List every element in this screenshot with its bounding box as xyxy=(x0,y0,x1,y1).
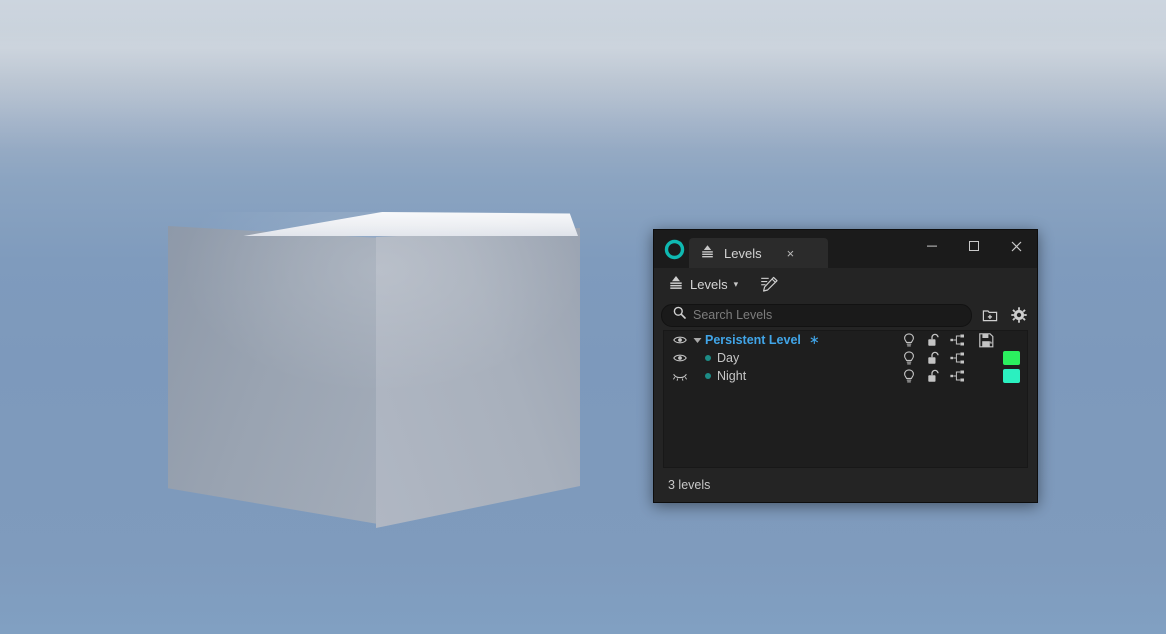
level-status-dot xyxy=(705,355,711,361)
window-titlebar[interactable]: Levels × xyxy=(654,230,1037,268)
level-status-dot xyxy=(705,373,711,379)
padlock-open-icon[interactable] xyxy=(921,369,945,383)
status-bar: 3 levels xyxy=(654,468,1037,502)
level-name-cell[interactable]: Night xyxy=(705,369,897,383)
svg-text:*: * xyxy=(989,340,992,348)
table-row[interactable]: Persistent Level ∗ * xyxy=(664,331,1027,349)
cube-object[interactable] xyxy=(168,212,580,532)
levels-window[interactable]: Levels × Levels ▾ Search Levels Persiste… xyxy=(653,229,1038,503)
level-count-label: 3 levels xyxy=(668,478,711,492)
level-color-swatch[interactable] xyxy=(1003,351,1020,365)
search-input[interactable]: Search Levels xyxy=(661,303,972,327)
window-controls xyxy=(911,230,1037,262)
search-row: Search Levels xyxy=(654,300,1037,330)
level-color-placeholder xyxy=(1003,333,1020,347)
minimize-button[interactable] xyxy=(911,230,953,262)
pen-edit-icon[interactable] xyxy=(756,272,782,296)
modified-marker: ∗ xyxy=(808,332,820,347)
close-button[interactable] xyxy=(995,230,1037,262)
level-name-cell[interactable]: Persistent Level ∗ xyxy=(705,332,897,348)
save-disk-modified-icon[interactable]: * xyxy=(969,332,1003,348)
level-name: Night xyxy=(717,369,747,383)
eye-open-icon[interactable] xyxy=(670,335,690,345)
lightbulb-icon[interactable] xyxy=(897,368,921,384)
hierarchy-icon[interactable] xyxy=(945,352,969,364)
eye-closed-icon[interactable] xyxy=(670,371,690,381)
table-row[interactable]: Night xyxy=(664,367,1027,385)
levels-menu-label: Levels xyxy=(690,276,728,292)
hierarchy-icon[interactable] xyxy=(945,334,969,346)
lightbulb-icon[interactable] xyxy=(897,350,921,366)
maximize-button[interactable] xyxy=(953,230,995,262)
eye-open-icon[interactable] xyxy=(670,353,690,363)
hierarchy-icon[interactable] xyxy=(945,370,969,382)
search-icon xyxy=(673,306,686,324)
level-name: Persistent Level xyxy=(705,333,801,347)
chevron-down-icon: ▾ xyxy=(733,278,739,289)
levels-menu-button[interactable]: Levels ▾ xyxy=(662,272,744,296)
sky-haze xyxy=(0,0,1166,150)
table-row[interactable]: Day xyxy=(664,349,1027,367)
tab-close-icon[interactable]: × xyxy=(783,247,799,260)
level-name-cell[interactable]: Day xyxy=(705,351,897,365)
level-name: Day xyxy=(717,351,740,365)
level-color-swatch[interactable] xyxy=(1003,369,1020,383)
unreal-ring-logo-icon xyxy=(663,238,686,261)
tab-levels[interactable]: Levels × xyxy=(689,238,828,268)
padlock-open-icon[interactable] xyxy=(921,333,945,347)
layers-icon xyxy=(700,244,715,263)
folder-add-icon[interactable] xyxy=(978,304,1001,327)
search-placeholder: Search Levels xyxy=(693,308,773,322)
layers-icon xyxy=(668,275,684,293)
cube-face-right xyxy=(376,228,580,528)
triangle-down-icon[interactable] xyxy=(690,337,705,344)
padlock-open-icon[interactable] xyxy=(921,351,945,365)
levels-toolbar: Levels ▾ xyxy=(654,268,1037,300)
tab-label: Levels xyxy=(724,245,762,261)
lightbulb-icon[interactable] xyxy=(897,332,921,348)
cube-face-left xyxy=(168,226,378,524)
gear-icon[interactable] xyxy=(1007,304,1030,327)
levels-list[interactable]: Persistent Level ∗ * Day Night xyxy=(663,330,1028,468)
